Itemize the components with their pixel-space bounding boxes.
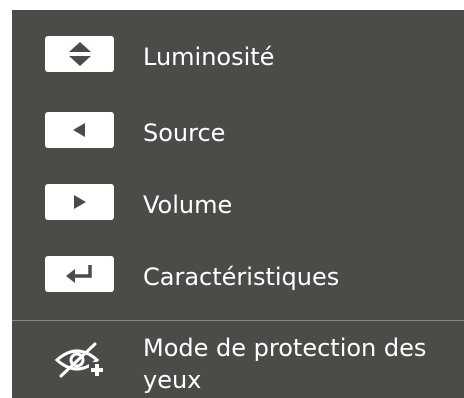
osd-menu-panel: Luminosité Source Volume Caractéristique…: [12, 10, 464, 398]
menu-item-volume[interactable]: Volume: [12, 176, 464, 232]
menu-item-label: Volume: [143, 191, 233, 219]
menu-item-brightness[interactable]: Luminosité: [12, 28, 464, 84]
enter-return-icon: [45, 256, 114, 292]
menu-item-label: Source: [143, 119, 226, 147]
menu-item-source[interactable]: Source: [12, 104, 464, 160]
arrow-right-icon: [45, 184, 114, 220]
menu-item-label: Caractéristiques: [143, 263, 340, 291]
menu-divider: [12, 320, 464, 321]
eye-saver-icon[interactable]: [53, 338, 107, 382]
menu-item-label: Luminosité: [143, 43, 275, 71]
eye-saver-label: Mode de protection des yeux: [143, 334, 427, 394]
up-down-arrows-icon: [45, 36, 114, 72]
arrow-left-icon: [45, 112, 114, 148]
menu-item-features[interactable]: Caractéristiques: [12, 248, 464, 304]
